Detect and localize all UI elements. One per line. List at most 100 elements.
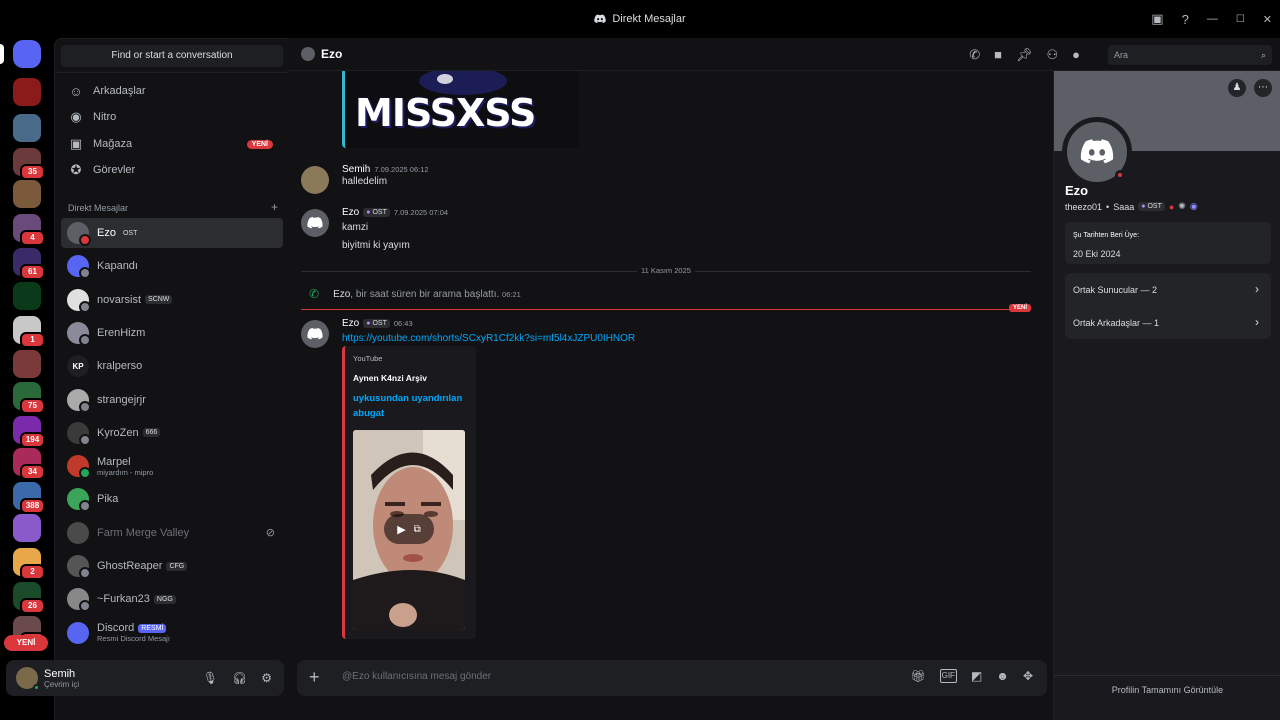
maximize-button[interactable]: ☐ (1236, 14, 1245, 25)
embed-provider[interactable]: YouTube (353, 354, 382, 363)
help-icon[interactable]: ? (1182, 12, 1189, 27)
dm-item[interactable]: KP kralperso (61, 351, 283, 381)
chevron-right-icon[interactable]: › (1255, 315, 1259, 329)
add-attachment-icon[interactable]: + (309, 668, 320, 686)
server-icon-server-194[interactable]: 194 (13, 416, 45, 448)
apps-icon[interactable]: ✥ (1023, 669, 1033, 683)
avatar[interactable] (301, 209, 329, 237)
gif-icon[interactable]: GIF (939, 669, 957, 683)
server-icon-server-streaming[interactable] (13, 282, 41, 310)
video-call-icon[interactable]: ■ (994, 47, 1002, 62)
gift-icon[interactable]: 🎁︎ (910, 669, 925, 683)
mutual-friends-link[interactable]: Ortak Arkadaşlar — 1 (1073, 318, 1159, 328)
dm-item[interactable]: KyroZen 666 (61, 418, 283, 448)
badge-nitro-icon[interactable]: ✺ (1178, 201, 1186, 212)
server-icon-server-2[interactable]: 2 (13, 548, 45, 580)
message-timestamp: 7.09.2025 06:12 (374, 165, 429, 174)
dm-item[interactable]: Marpel miyardım - mipro (61, 451, 283, 481)
dm-name: Marpel (97, 455, 131, 468)
image-embed[interactable]: MISSXSS (342, 71, 579, 148)
new-servers-pill[interactable]: YENİ (4, 635, 48, 651)
server-icon-server-y7[interactable]: 1 (13, 316, 45, 348)
view-full-profile-button[interactable]: Profilin Tamamını Görüntüle (1054, 675, 1280, 704)
server-icon-server-4[interactable]: 4 (13, 214, 45, 246)
headphones-icon[interactable]: 🎧︎ (232, 671, 247, 685)
server-icon-home[interactable] (0, 40, 41, 68)
date-divider: 11 Kasım 2025 (301, 266, 1031, 276)
embed-author[interactable]: Aynen K4nzi Arşiv (353, 373, 427, 383)
dm-item[interactable]: novarsist SCNW (61, 285, 283, 315)
server-icon-server-26[interactable]: 26 (13, 582, 45, 614)
call-author[interactable]: Ezo (333, 289, 350, 300)
server-icon-server-61[interactable]: 61 (13, 248, 45, 280)
microphone-icon[interactable]: 🎙︎ (203, 671, 218, 685)
nav-item-shop[interactable]: ▣ Mağaza YENİ (61, 132, 283, 156)
server-icon-server-35[interactable]: 35 (13, 148, 45, 180)
dm-name: Ezo (97, 227, 116, 239)
avatar (67, 488, 91, 513)
dm-item[interactable]: ErenHizm (61, 318, 283, 348)
close-button[interactable]: ✕ (1263, 13, 1272, 26)
minimize-button[interactable]: — (1207, 13, 1218, 25)
badge-heart-icon[interactable]: ● (1169, 202, 1174, 212)
dm-item[interactable]: Pika (61, 484, 283, 514)
play-icon[interactable]: ▶ (397, 523, 405, 536)
server-icon-server-34[interactable]: 34 (13, 448, 45, 480)
pin-icon[interactable]: 📌︎ (1016, 47, 1033, 63)
sticker-icon[interactable]: ◩ (971, 669, 982, 683)
message-author[interactable]: Ezo (342, 207, 359, 218)
avatar[interactable] (16, 667, 40, 691)
mutual-servers-link[interactable]: Ortak Sunucular — 2 (1073, 285, 1157, 295)
server-icon-server-388[interactable]: 388 (13, 482, 45, 514)
nav-item-quests[interactable]: ✪ Görevler (61, 158, 283, 182)
settings-gear-icon[interactable]: ⚙ (261, 671, 272, 685)
nav-item-nitro[interactable]: ◉ Nitro (61, 105, 283, 129)
search-placeholder: Ara (1114, 50, 1129, 60)
server-icon-server-75[interactable]: 75 (13, 382, 45, 414)
avatar (67, 555, 91, 579)
more-options-icon[interactable]: ⋯ (1254, 79, 1272, 97)
embed-title[interactable]: uykusundan uyandırılan abugat (353, 391, 471, 421)
avatar (67, 588, 91, 613)
server-icon-server-brown[interactable] (13, 180, 41, 208)
open-external-icon[interactable]: ⧉ (414, 524, 421, 535)
profile-avatar[interactable] (1062, 117, 1132, 187)
server-icon-server-purple[interactable] (13, 514, 41, 542)
user-status: Çevrim içi (44, 679, 80, 689)
dm-item[interactable]: strangejrjr (61, 385, 283, 415)
add-friend-icon[interactable]: ♟ (1228, 79, 1246, 97)
inbox-icon[interactable]: ▣ (1151, 11, 1163, 27)
badge-boost-icon[interactable]: ◉ (1190, 201, 1198, 212)
add-friends-icon[interactable]: ⚇ (1046, 47, 1058, 63)
dm-item[interactable]: Farm Merge Valley ⊘ (61, 518, 283, 548)
dm-item[interactable]: ~Furkan23 NGG (61, 584, 283, 614)
search-icon: ⌕ (1260, 50, 1266, 60)
nav-item-friends[interactable]: ☺ Arkadaşlar (61, 79, 283, 103)
server-icon-server-redgrey[interactable] (13, 350, 41, 378)
video-thumbnail[interactable]: ▶ ⧉ (353, 430, 465, 630)
dm-item[interactable]: Ezo OST (61, 218, 283, 248)
voice-call-icon[interactable]: ✆ (969, 47, 980, 63)
message-author[interactable]: Ezo (342, 318, 359, 329)
avatar[interactable] (301, 320, 329, 348)
chevron-right-icon[interactable]: › (1255, 282, 1259, 296)
video-controls[interactable]: ▶ ⧉ (384, 514, 434, 544)
user-profile-icon[interactable]: ● (1072, 47, 1080, 62)
guild-tag[interactable]: ● OST (1138, 202, 1165, 211)
profile-handle-row: theezo01 • Saaa ● OST ● ✺ ◉ (1065, 201, 1198, 212)
emoji-icon[interactable]: ☻ (996, 669, 1009, 683)
add-dm-button[interactable]: + (271, 201, 278, 213)
dm-name: Pika (97, 493, 119, 506)
message-link[interactable]: https://youtube.com/shorts/SCxyR1Cf2kk?s… (342, 333, 635, 344)
server-icon-server-red[interactable] (13, 78, 41, 106)
message-composer[interactable]: + @Ezo kullanıcısına mesaj gönder 🎁︎ GIF… (297, 660, 1047, 696)
avatar[interactable] (301, 166, 329, 194)
server-icon-server-blue[interactable] (13, 114, 41, 142)
dm-item[interactable]: GhostReaper CFG (61, 551, 283, 581)
unread-badge: 61 (20, 264, 45, 280)
search-input[interactable]: Ara ⌕ (1108, 45, 1272, 65)
message-author[interactable]: Semih (342, 164, 370, 175)
dm-item[interactable]: Kapandı (61, 251, 283, 281)
dm-item[interactable]: Discord RESMİ Resmi Discord Mesajı (61, 618, 283, 648)
find-conversation-button[interactable]: Find or start a conversation (61, 45, 283, 67)
